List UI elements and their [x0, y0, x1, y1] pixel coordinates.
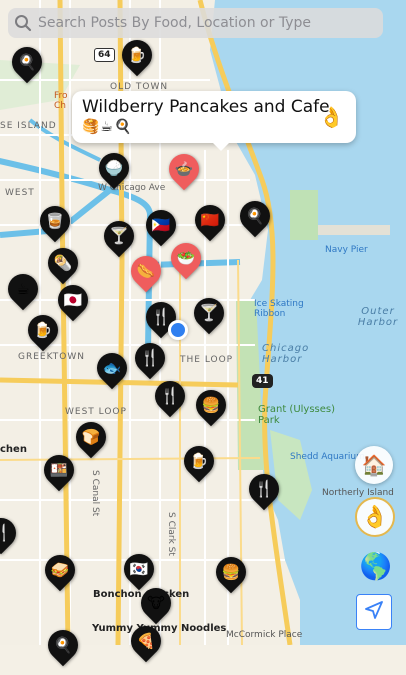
map-label-chen: chen: [0, 444, 27, 455]
place-callout[interactable]: Wildberry Pancakes and Cafe 🥞☕🍳 👌: [72, 91, 356, 151]
map-pin[interactable]: 🥗: [164, 236, 208, 280]
pin-icon: 🍚: [104, 158, 124, 177]
map-pin[interactable]: 🍸: [97, 214, 141, 258]
map-label-chicago-harbor: Chicago Harbor: [262, 343, 310, 365]
map-pin[interactable]: 🌭: [124, 249, 168, 293]
pin-icon: 🌭: [136, 261, 156, 280]
pin-icon: 🇵🇭: [151, 215, 171, 234]
map-pin[interactable]: 🍳: [233, 194, 277, 238]
map-pin[interactable]: 🇯🇵: [51, 278, 95, 322]
search-icon: [8, 8, 38, 38]
pin-icon: 🐮: [147, 593, 165, 612]
pin-icon: 🇯🇵: [63, 290, 83, 309]
map-label-navy-pier: Navy Pier: [325, 245, 368, 255]
pin-icon: 🍳: [245, 206, 265, 225]
pin-icon: 🍱: [49, 460, 69, 479]
map-pin[interactable]: 🥪: [38, 548, 82, 592]
home-icon: 🏠: [361, 453, 387, 477]
pin-icon: 🥃: [45, 211, 65, 230]
map-label-outer-harbor: Outer Harbor: [357, 306, 399, 328]
pin-icon: 🍴: [160, 386, 180, 405]
ok-hand-icon: 👌: [361, 504, 389, 530]
map-label-clark: S Clark St: [166, 512, 176, 556]
map-pin[interactable]: 🥃: [33, 199, 77, 243]
pin-icon: 🥪: [50, 560, 70, 579]
pin-icon: 🇨🇳: [200, 210, 220, 229]
pin-icon: ☕: [16, 279, 30, 298]
pin-icon: 🍔: [221, 562, 241, 581]
map-pin[interactable]: 🍲: [162, 147, 206, 191]
map-pin[interactable]: 🇰🇷: [117, 547, 161, 591]
map-pin[interactable]: 🍴: [128, 336, 172, 380]
pin-icon: 🍔: [201, 395, 221, 414]
map-pin[interactable]: 🍳: [5, 40, 49, 84]
pin-icon: 🍳: [17, 52, 37, 71]
pin-icon: 🇰🇷: [129, 559, 149, 578]
map-pin[interactable]: 🐮: [134, 581, 178, 625]
pin-icon: 🍳: [53, 635, 73, 654]
pin-icon: 🍞: [81, 427, 101, 446]
map-pin[interactable]: 🍴: [242, 467, 286, 511]
map-pin[interactable]: 🍕: [124, 619, 168, 663]
map-pin[interactable]: 🍸: [187, 291, 231, 335]
search-bar[interactable]: Search Posts By Food, Location or Type: [8, 8, 383, 38]
map-pin[interactable]: 🍺: [177, 439, 221, 483]
map-pin[interactable]: 🍺: [115, 33, 159, 77]
pin-icon: 🐟: [102, 358, 122, 377]
map-pin[interactable]: 🇨🇳: [188, 198, 232, 242]
map-pin[interactable]: 🍺: [21, 308, 65, 352]
route-64-shield: 64: [94, 48, 115, 62]
current-location-dot: [168, 320, 188, 340]
pin-icon: 🍴: [0, 523, 11, 542]
place-food-icons: 🥞☕🍳: [82, 119, 133, 135]
map-label-mccormick: McCormick Place: [226, 630, 303, 640]
pin-icon: 🍸: [109, 226, 129, 245]
map-label-grant-park: Grant (Ulysses) Park: [258, 404, 336, 426]
place-title: Wildberry Pancakes and Cafe: [82, 97, 330, 117]
map-label-ch: Ch: [54, 101, 66, 111]
map-pin[interactable]: 🍱: [37, 448, 81, 492]
map-label-greektown: GREEKTOWN: [18, 352, 86, 362]
map-pin[interactable]: 🌯: [41, 241, 85, 285]
location-arrow-icon: [364, 600, 384, 624]
map-pin[interactable]: 🍚: [92, 146, 136, 190]
map-label-shedd: Shedd Aquarium: [290, 452, 365, 462]
pin-icon: 🌯: [53, 253, 73, 272]
pin-icon: 🍸: [199, 303, 219, 322]
home-button[interactable]: 🏠: [355, 446, 393, 484]
pin-icon: 🥗: [176, 248, 196, 267]
map-pin[interactable]: 🍔: [209, 550, 253, 594]
map-pin[interactable]: 🍳: [41, 623, 85, 667]
map-pin[interactable]: 🐟: [90, 346, 134, 390]
map-pin[interactable]: 🇵🇭: [139, 203, 183, 247]
route-41-shield: 41: [252, 374, 273, 388]
pin-icon: 🍺: [189, 451, 209, 470]
pin-icon: 🍕: [136, 631, 156, 650]
map-label-ice-skating: Ice Skating Ribbon: [254, 299, 304, 319]
map-label-canal: S Canal St: [90, 470, 100, 517]
map-pin[interactable]: 🍴: [148, 374, 192, 418]
pin-icon: 🍺: [33, 320, 53, 339]
map-label-fro: Fro: [54, 91, 68, 101]
map-label-west: WEST: [5, 188, 35, 198]
globe-icon: 🌎: [359, 552, 393, 582]
map-label-the-loop: THE LOOP: [180, 355, 234, 365]
rating-filter-button[interactable]: 👌: [355, 497, 395, 537]
ok-hand-icon[interactable]: 👌: [319, 105, 344, 129]
map-pin[interactable]: 🍞: [69, 415, 113, 459]
pin-icon: 🍴: [254, 479, 274, 498]
pin-icon: 🍴: [140, 348, 160, 367]
pin-icon: 🍺: [127, 45, 147, 64]
globe-button[interactable]: 🌎: [357, 548, 395, 586]
map-label-west-loop: WEST LOOP: [65, 407, 127, 417]
map-label-northerly: Northerly Island: [322, 488, 394, 498]
locate-me-button[interactable]: [356, 594, 392, 630]
map-label-goose-island: SE ISLAND: [0, 121, 57, 131]
map-pin[interactable]: 🍔: [189, 383, 233, 427]
map-label-chicago-ave: W Chicago Ave: [98, 183, 166, 193]
search-input[interactable]: Search Posts By Food, Location or Type: [38, 15, 311, 31]
map-pin[interactable]: ☕: [1, 267, 45, 311]
pin-icon: 🍲: [174, 159, 194, 178]
